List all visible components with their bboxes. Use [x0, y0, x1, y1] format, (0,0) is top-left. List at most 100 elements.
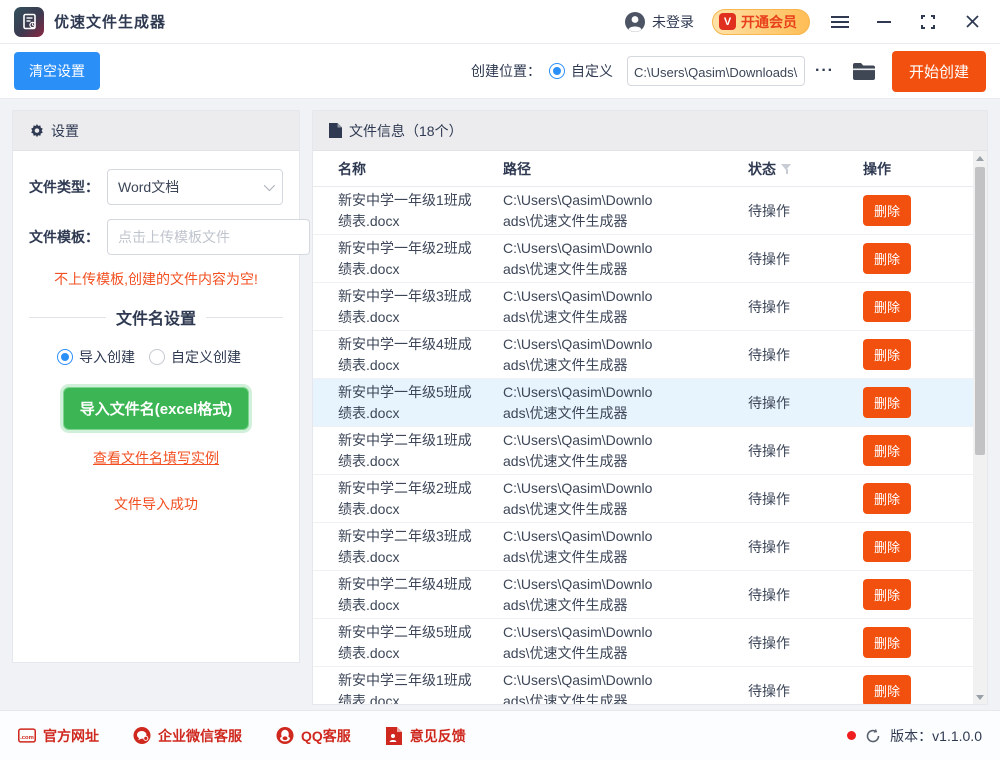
file-action-cell: 删除	[863, 291, 987, 322]
filter-funnel-icon[interactable]	[781, 163, 792, 174]
delete-button[interactable]: 删除	[863, 435, 912, 466]
file-status-cell: 待操作	[748, 298, 790, 315]
file-name-cell: 新安中学二年级2班成绩表.docx	[338, 480, 472, 517]
app-logo-icon	[14, 6, 44, 37]
file-name-cell: 新安中学二年级4班成绩表.docx	[338, 576, 472, 613]
settings-panel: 设置 文件类型： Word文档 文件模板： 点击上传模板文件 不上传模板,创建的…	[12, 110, 340, 663]
delete-button[interactable]: 删除	[863, 675, 912, 704]
file-name-cell: 新安中学二年级1班成绩表.docx	[338, 432, 472, 469]
delete-button[interactable]: 删除	[863, 579, 912, 610]
refresh-icon[interactable]	[865, 728, 881, 744]
wechat-service-icon	[133, 726, 151, 745]
minimize-icon	[877, 20, 891, 23]
app-title: 优速文件生成器	[54, 14, 167, 31]
file-name-cell: 新安中学一年级2班成绩表.docx	[338, 240, 472, 277]
delete-button[interactable]: 删除	[863, 387, 912, 418]
delete-button[interactable]: 删除	[863, 627, 912, 658]
file-name-cell: 新安中学一年级5班成绩表.docx	[338, 384, 472, 421]
feedback-link[interactable]: 意见反馈	[385, 726, 466, 746]
file-action-cell: 删除	[863, 435, 987, 466]
document-gear-icon	[22, 13, 36, 30]
delete-button[interactable]: 删除	[863, 243, 912, 274]
file-name-cell: 新安中学二年级5班成绩表.docx	[338, 624, 472, 661]
import-filenames-button[interactable]: 导入文件名(excel格式)	[62, 387, 250, 430]
column-header-status[interactable]: 状态	[748, 159, 863, 179]
custom-location-radio[interactable]	[549, 63, 565, 79]
custom-create-radio[interactable]	[149, 349, 165, 365]
wechat-service-link[interactable]: 企业微信客服	[133, 726, 242, 746]
main-area: 设置 文件类型： Word文档 文件模板： 点击上传模板文件 不上传模板,创建的…	[0, 99, 1000, 710]
maximize-button[interactable]	[914, 8, 942, 36]
table-scrollbar[interactable]	[973, 151, 987, 704]
template-label: 文件模板：	[29, 229, 99, 245]
delete-button[interactable]: 删除	[863, 195, 912, 226]
file-path-cell: C:\Users\Qasim\Downloads\优速文件生成器	[503, 672, 653, 704]
file-status-cell: 待操作	[748, 682, 790, 699]
table-row[interactable]: 新安中学二年级1班成绩表.docx C:\Users\Qasim\Downloa…	[313, 427, 987, 475]
file-type-selected-value: Word文档	[118, 179, 180, 195]
file-table: 名称 路径 状态 操作 新安中学一年级1班成绩表.docx C:\Users\Q…	[313, 151, 987, 704]
login-area[interactable]: 未登录	[624, 11, 694, 33]
file-action-cell: 删除	[863, 243, 987, 274]
chevron-down-icon	[263, 179, 276, 192]
qq-service-link[interactable]: QQ客服	[276, 726, 351, 746]
import-create-radio-label: 导入创建	[79, 349, 135, 365]
clear-settings-button[interactable]: 清空设置	[14, 52, 100, 90]
delete-button[interactable]: 删除	[863, 291, 912, 322]
file-info-panel: 文件信息（18个） 名称 路径 状态 操作 新安中学一年级1班成绩表.docx …	[312, 110, 988, 705]
table-row[interactable]: 新安中学一年级2班成绩表.docx C:\Users\Qasim\Downloa…	[313, 235, 987, 283]
start-create-button[interactable]: 开始创建	[891, 50, 986, 92]
table-row[interactable]: 新安中学一年级1班成绩表.docx C:\Users\Qasim\Downloa…	[313, 187, 987, 235]
file-type-select[interactable]: Word文档	[107, 169, 283, 205]
file-name-cell: 新安中学三年级1班成绩表.docx	[338, 672, 472, 704]
scrollbar-down-arrow[interactable]	[973, 690, 987, 704]
delete-button[interactable]: 删除	[863, 339, 912, 370]
file-status-cell: 待操作	[748, 394, 790, 411]
close-icon	[965, 15, 979, 28]
file-path-cell: C:\Users\Qasim\Downloads\优速文件生成器	[503, 384, 653, 421]
table-row[interactable]: 新安中学一年级4班成绩表.docx C:\Users\Qasim\Downloa…	[313, 331, 987, 379]
delete-button[interactable]: 删除	[863, 531, 912, 562]
file-path-cell: C:\Users\Qasim\Downloads\优速文件生成器	[503, 192, 653, 229]
table-row[interactable]: 新安中学二年级5班成绩表.docx C:\Users\Qasim\Downloa…	[313, 619, 987, 667]
file-name-cell: 新安中学一年级4班成绩表.docx	[338, 336, 472, 373]
filename-example-link[interactable]: 查看文件名填写实例	[29, 448, 283, 468]
table-row[interactable]: 新安中学二年级3班成绩表.docx C:\Users\Qasim\Downloa…	[313, 523, 987, 571]
settings-panel-header: 设置	[13, 111, 299, 151]
open-vip-button[interactable]: V 开通会员	[712, 8, 810, 35]
file-info-title: 文件信息（18个）	[349, 122, 463, 139]
table-row[interactable]: 新安中学二年级4班成绩表.docx C:\Users\Qasim\Downloa…	[313, 571, 987, 619]
table-row[interactable]: 新安中学三年级1班成绩表.docx C:\Users\Qasim\Downloa…	[313, 667, 987, 704]
minimize-button[interactable]	[870, 8, 898, 36]
file-path-cell: C:\Users\Qasim\Downloads\优速文件生成器	[503, 288, 653, 325]
open-folder-button[interactable]	[852, 62, 876, 81]
svg-text:.com: .com	[20, 735, 34, 741]
feedback-icon	[385, 726, 403, 745]
import-success-text: 文件导入成功	[114, 496, 198, 512]
scrollbar-up-arrow[interactable]	[973, 151, 987, 165]
menu-button[interactable]	[826, 8, 854, 36]
import-create-radio[interactable]	[57, 349, 73, 365]
official-site-link[interactable]: .com 官方网址	[18, 726, 99, 746]
browse-more-button[interactable]: ···	[815, 62, 834, 80]
settings-panel-title: 设置	[51, 122, 79, 139]
file-path-cell: C:\Users\Qasim\Downloads\优速文件生成器	[503, 624, 653, 661]
app-window: 优速文件生成器 未登录 V 开通会员 清空设置 创建位置： 自定义 C:\Use…	[0, 0, 1000, 760]
update-status-dot	[847, 731, 857, 740]
delete-button[interactable]: 删除	[863, 483, 912, 514]
template-upload-input[interactable]	[107, 219, 310, 255]
file-action-cell: 删除	[863, 195, 987, 226]
column-header-name[interactable]: 名称	[338, 159, 503, 179]
scrollbar-thumb[interactable]	[975, 167, 985, 455]
toolbar: 清空设置 创建位置： 自定义 ··· 开始创建	[0, 44, 1000, 99]
table-row[interactable]: 新安中学一年级3班成绩表.docx C:\Users\Qasim\Downloa…	[313, 283, 987, 331]
table-row[interactable]: 新安中学二年级2班成绩表.docx C:\Users\Qasim\Downloa…	[313, 475, 987, 523]
custom-location-radio-label: 自定义	[571, 63, 613, 79]
divider	[206, 316, 284, 318]
output-path-input[interactable]	[627, 56, 805, 86]
column-header-path[interactable]: 路径	[503, 159, 748, 179]
gear-icon	[31, 123, 43, 138]
table-row[interactable]: 新安中学一年级5班成绩表.docx C:\Users\Qasim\Downloa…	[313, 379, 987, 427]
close-button[interactable]	[958, 8, 986, 36]
file-path-cell: C:\Users\Qasim\Downloads\优速文件生成器	[503, 528, 653, 565]
